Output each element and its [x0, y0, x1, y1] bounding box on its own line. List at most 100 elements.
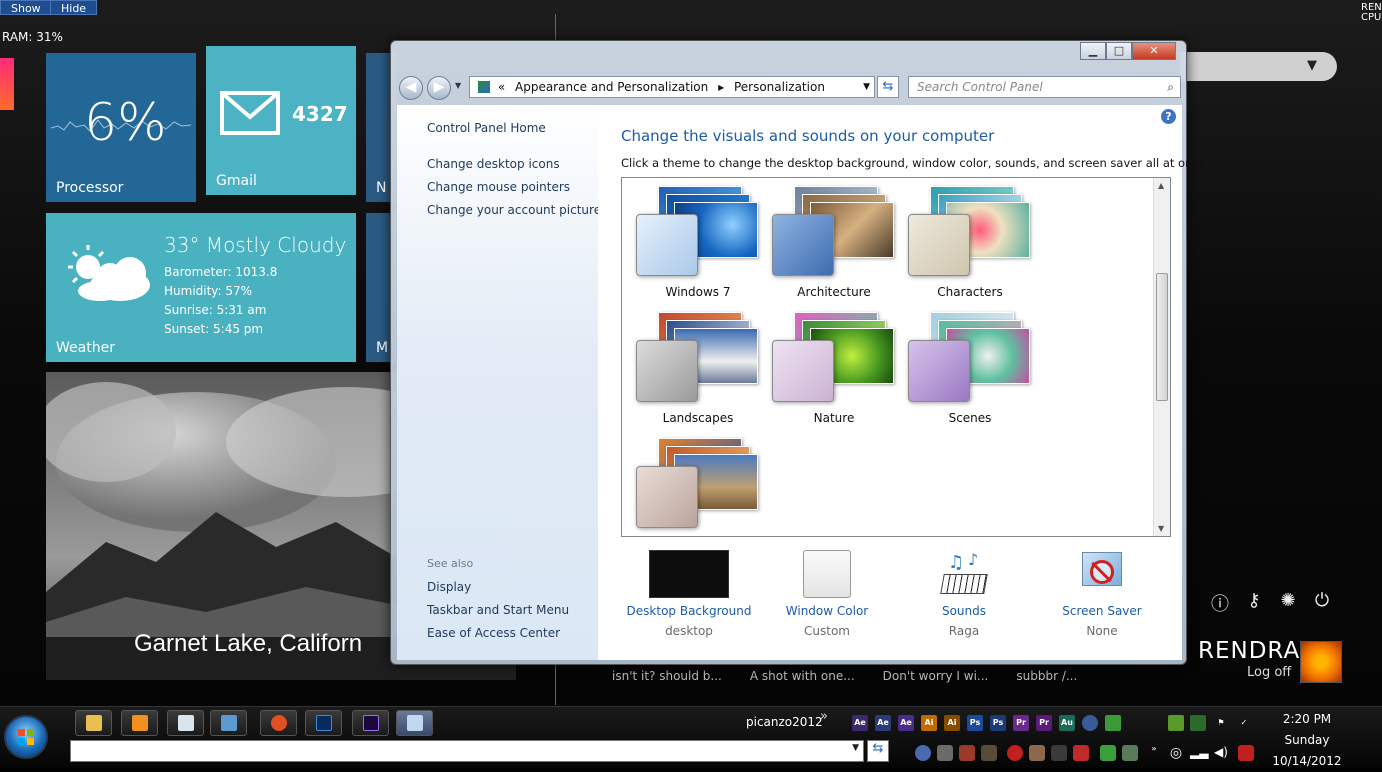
toolbar-refresh-button[interactable]: ⇆	[867, 740, 889, 762]
antivirus-icon[interactable]	[1238, 745, 1254, 761]
feed-item[interactable]: A shot with one...	[750, 669, 855, 683]
scroll-up-icon[interactable]: ▲	[1158, 181, 1164, 190]
show-button[interactable]: Show	[0, 0, 52, 15]
dropdown-arrow-icon[interactable]: ▼	[1307, 58, 1317, 73]
change-mouse-pointers-link[interactable]: Change mouse pointers	[427, 180, 570, 194]
tray-icon[interactable]	[1100, 745, 1116, 761]
search-icon[interactable]: ⌕	[1167, 77, 1174, 97]
control-panel-home-link[interactable]: Control Panel Home	[427, 121, 546, 135]
taskbar-start-menu-link[interactable]: Taskbar and Start Menu	[427, 603, 569, 617]
security-icon[interactable]	[1190, 715, 1206, 731]
refresh-button[interactable]: ⇆	[877, 76, 899, 98]
sounds-button[interactable]: ♫ ♪ Sounds Raga	[899, 550, 1029, 638]
history-dropdown-icon[interactable]: ▼	[455, 81, 461, 90]
quicklaunch-ai[interactable]: Ai	[944, 715, 960, 731]
quicklaunch-ai[interactable]: Ai	[921, 715, 937, 731]
feed-item[interactable]: Don't worry I wi...	[883, 669, 989, 683]
taskbar-control-panel[interactable]	[396, 710, 433, 736]
weather-tile[interactable]: 33° Mostly Cloudy Barometer: 1013.8 Humi…	[46, 213, 356, 362]
clock[interactable]: 2:20 PM Sunday 10/14/2012	[1268, 709, 1346, 772]
taskbar-app-9[interactable]	[260, 710, 297, 736]
tray-chevron-icon[interactable]: »	[1146, 741, 1162, 757]
display-link[interactable]: Display	[427, 580, 471, 594]
help-icon[interactable]: ?	[1161, 109, 1176, 124]
theme-landscapes[interactable]: Landscapes	[622, 312, 758, 432]
tray-icon[interactable]	[1122, 745, 1138, 761]
tray-icon[interactable]	[1051, 745, 1067, 761]
back-button[interactable]: ◀	[399, 76, 423, 100]
log-off-link[interactable]: Log off	[1247, 665, 1291, 680]
quicklaunch-pr[interactable]: Pr	[1013, 715, 1029, 731]
change-desktop-icons-link[interactable]: Change desktop icons	[427, 157, 560, 171]
flag-icon[interactable]: ⚑	[1213, 715, 1229, 731]
close-icon[interactable]: ✕	[1132, 42, 1176, 60]
signal-icon[interactable]: ▂▃	[1190, 745, 1208, 761]
google-search-box[interactable]: ▼	[1180, 52, 1337, 81]
breadcrumb[interactable]: « Appearance and Personalization ▸ Perso…	[469, 76, 875, 98]
breadcrumb-appearance[interactable]: Appearance and Personalization	[515, 80, 708, 94]
desktop-background-button[interactable]: Desktop Background desktop	[624, 550, 754, 638]
theme-list-scrollbar[interactable]: ▲ ▼	[1153, 178, 1170, 536]
feed-item[interactable]: subbbr /...	[1016, 669, 1077, 683]
theme-architecture[interactable]: Architecture	[758, 186, 894, 306]
window-color-button[interactable]: Window Color Custom	[762, 550, 892, 638]
ease-of-access-link[interactable]: Ease of Access Center	[427, 626, 560, 640]
volume-icon[interactable]: ◀)	[1213, 745, 1229, 761]
toolbar-dropdown-icon[interactable]: ▼	[852, 743, 859, 753]
tray-icon[interactable]	[1007, 745, 1023, 761]
theme-scenes[interactable]: Scenes	[894, 312, 1030, 432]
tray-icon[interactable]	[1073, 745, 1089, 761]
taskbar-explorer[interactable]	[75, 710, 112, 736]
tray-icon[interactable]	[915, 745, 931, 761]
power-icon[interactable]: ⏻	[1310, 590, 1334, 616]
wireless-icon[interactable]: ✓	[1236, 715, 1252, 731]
info-icon[interactable]: ⓘ	[1208, 590, 1232, 616]
tray-icon[interactable]	[1029, 745, 1045, 761]
network-status-icon[interactable]: ◎	[1168, 745, 1184, 761]
address-toolbar-input[interactable]: ▼	[70, 740, 864, 762]
tray-icon[interactable]	[937, 745, 953, 761]
maximize-icon[interactable]: □	[1106, 42, 1132, 60]
scroll-thumb[interactable]	[1156, 273, 1168, 401]
breadcrumb-overflow[interactable]: «	[498, 80, 505, 94]
quicklaunch-ae[interactable]: Ae	[875, 715, 891, 731]
taskbar-network[interactable]	[210, 710, 247, 736]
chevron-icon[interactable]: »	[820, 709, 828, 724]
forward-button[interactable]: ▶	[427, 76, 451, 100]
quicklaunch-ps[interactable]: Ps	[990, 715, 1006, 731]
theme-untitled[interactable]	[622, 438, 758, 536]
theme-nature[interactable]: Nature	[758, 312, 894, 432]
quicklaunch-au[interactable]: Au	[1059, 715, 1075, 731]
taskbar-after-effects[interactable]	[352, 710, 389, 736]
clock-time: 2:20 PM	[1282, 712, 1332, 726]
theme-windows-7[interactable]: Windows 7	[622, 186, 758, 306]
nvidia-icon[interactable]	[1168, 715, 1184, 731]
tray-icon[interactable]	[959, 745, 975, 761]
quicklaunch-ps[interactable]: Ps	[967, 715, 983, 731]
search-input[interactable]: Search Control Panel ⌕	[908, 76, 1181, 98]
feed-item[interactable]: isn't it? should b...	[612, 669, 722, 683]
taskbar-notepad[interactable]	[167, 710, 204, 736]
address-dropdown-icon[interactable]: ▼	[863, 77, 870, 97]
green-app-icon[interactable]	[1105, 715, 1121, 731]
gmail-tile[interactable]: 4327 Gmail	[206, 46, 356, 195]
change-account-picture-link[interactable]: Change your account picture	[427, 203, 601, 217]
globe-icon[interactable]	[1082, 715, 1098, 731]
start-button[interactable]	[4, 715, 48, 759]
quicklaunch-ae[interactable]: Ae	[852, 715, 868, 731]
tray-icon[interactable]	[981, 745, 997, 761]
scroll-down-icon[interactable]: ▼	[1158, 524, 1164, 533]
minimize-icon[interactable]: ▁	[1080, 42, 1106, 60]
screen-saver-button[interactable]: Screen Saver None	[1037, 550, 1167, 638]
taskbar-media-player[interactable]	[121, 710, 158, 736]
theme-characters[interactable]: Characters	[894, 186, 1030, 306]
key-icon[interactable]: ⚷	[1242, 590, 1266, 616]
quicklaunch-ae[interactable]: Ae	[898, 715, 914, 731]
sleep-icon[interactable]: ✺	[1276, 590, 1300, 616]
breadcrumb-personalization[interactable]: Personalization	[734, 80, 825, 94]
quicklaunch-pr[interactable]: Pr	[1036, 715, 1052, 731]
processor-tile[interactable]: 6% Processor	[46, 53, 196, 202]
hide-button[interactable]: Hide	[50, 0, 98, 15]
breadcrumb-separator-icon[interactable]: ▸	[718, 80, 724, 94]
taskbar-photoshop[interactable]	[305, 710, 342, 736]
